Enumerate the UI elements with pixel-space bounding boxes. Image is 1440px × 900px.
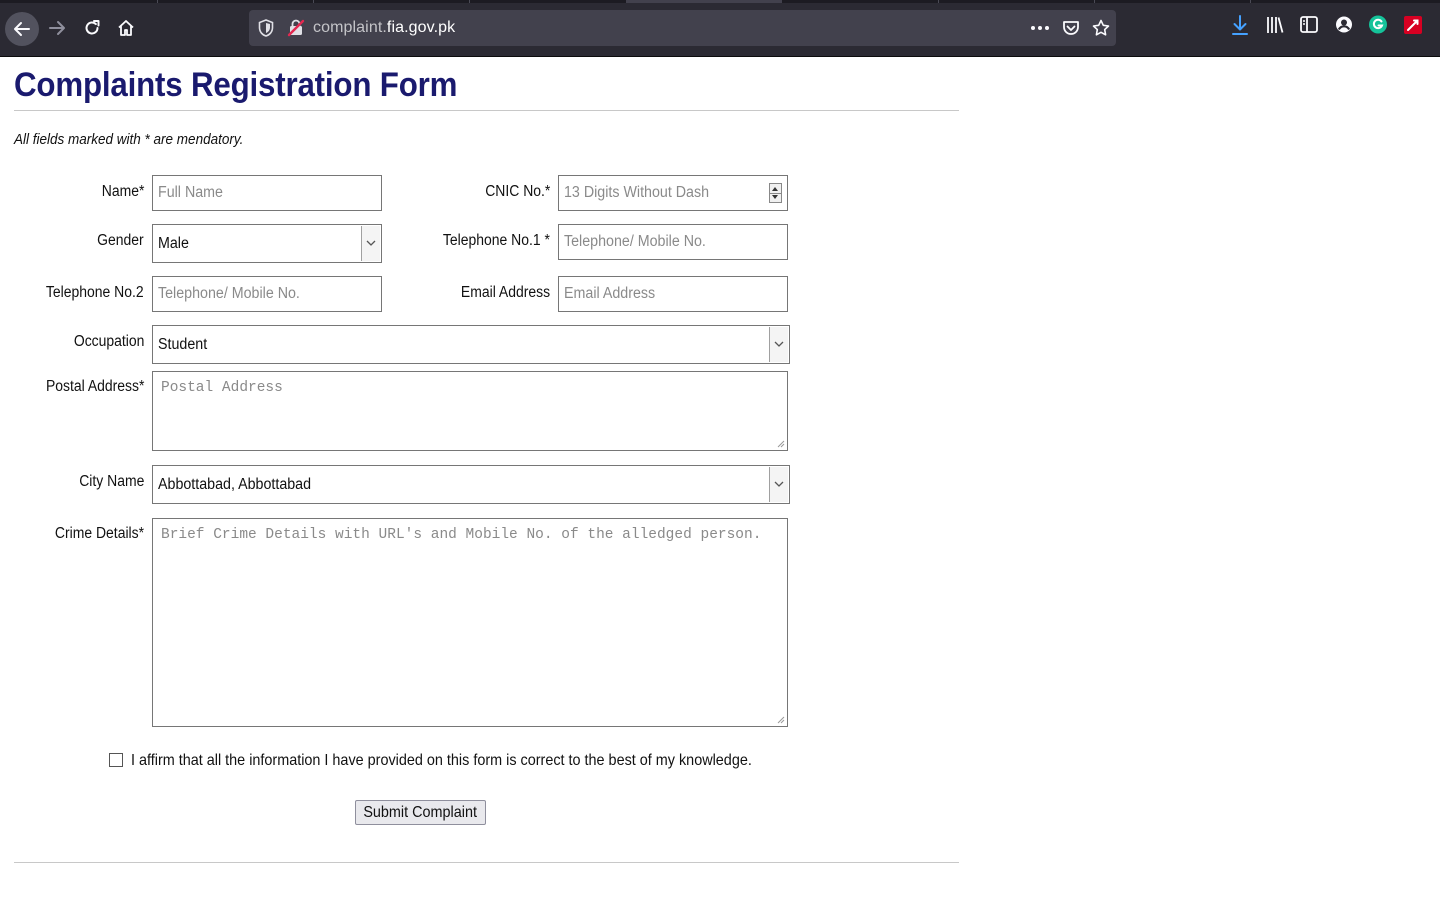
title-divider bbox=[14, 110, 959, 111]
postal-address-textarea[interactable]: Postal Address bbox=[152, 371, 788, 451]
resize-grip-icon[interactable] bbox=[776, 715, 785, 724]
sidebar-button[interactable] bbox=[1299, 14, 1319, 41]
cnic-spinner[interactable] bbox=[769, 183, 782, 203]
cnic-label: CNIC No.* bbox=[484, 183, 550, 200]
affirm-checkbox[interactable] bbox=[109, 753, 123, 767]
url-domain: fia.gov.pk bbox=[386, 19, 456, 36]
arrow-left-icon bbox=[14, 22, 30, 36]
arrow-right-icon bbox=[49, 21, 65, 35]
page-title: Complaints Registration Form bbox=[14, 66, 458, 104]
ellipsis-icon bbox=[1031, 26, 1049, 30]
telephone1-input[interactable]: Telephone/ Mobile No. bbox=[558, 224, 788, 260]
telephone1-label: Telephone No.1 * bbox=[442, 232, 550, 249]
download-icon bbox=[1232, 15, 1248, 35]
submit-complaint-button[interactable]: Submit Complaint bbox=[355, 800, 486, 825]
telephone1-placeholder: Telephone/ Mobile No. bbox=[564, 233, 706, 250]
star-icon bbox=[1092, 19, 1110, 36]
gender-select[interactable]: Male bbox=[152, 224, 382, 263]
cnic-placeholder: 13 Digits Without Dash bbox=[564, 184, 710, 201]
occupation-value: Student bbox=[158, 335, 208, 353]
gender-label: Gender bbox=[97, 232, 144, 249]
extension-icon bbox=[1404, 16, 1422, 34]
postal-address-placeholder: Postal Address bbox=[161, 380, 283, 396]
downloads-button[interactable] bbox=[1230, 14, 1250, 41]
resize-grip-icon[interactable] bbox=[776, 439, 785, 448]
account-icon bbox=[1336, 16, 1352, 33]
url-bar[interactable]: complaint.fia.gov.pk bbox=[249, 10, 1116, 46]
city-select[interactable]: Abbottabad, Abbottabad bbox=[152, 465, 790, 504]
account-button[interactable] bbox=[1334, 14, 1354, 41]
url-text[interactable]: complaint.fia.gov.pk bbox=[313, 19, 455, 37]
city-value: Abbottabad, Abbottabad bbox=[158, 475, 312, 493]
email-label: Email Address bbox=[460, 284, 550, 301]
chevron-down-icon[interactable] bbox=[769, 467, 788, 502]
crime-details-placeholder: Brief Crime Details with URL's and Mobil… bbox=[161, 527, 762, 543]
spinner-up-icon[interactable] bbox=[772, 187, 778, 191]
crime-details-textarea[interactable]: Brief Crime Details with URL's and Mobil… bbox=[152, 518, 788, 727]
name-label: Name* bbox=[101, 183, 144, 200]
browser-toolbar: complaint.fia.gov.pk bbox=[0, 0, 1440, 57]
library-button[interactable] bbox=[1265, 14, 1285, 41]
postal-address-label: Postal Address* bbox=[45, 378, 144, 395]
occupation-select[interactable]: Student bbox=[152, 325, 790, 364]
grammarly-button[interactable] bbox=[1368, 14, 1388, 41]
email-input[interactable]: Email Address bbox=[558, 276, 788, 312]
telephone2-input[interactable]: Telephone/ Mobile No. bbox=[152, 276, 382, 312]
occupation-label: Occupation bbox=[73, 333, 144, 350]
active-tab[interactable] bbox=[626, 0, 782, 3]
page-actions-button[interactable] bbox=[1029, 18, 1051, 43]
reload-button[interactable] bbox=[76, 12, 108, 44]
shield-icon[interactable] bbox=[257, 18, 275, 38]
extension-button[interactable] bbox=[1403, 14, 1423, 41]
home-button[interactable] bbox=[110, 12, 142, 44]
forward-button[interactable] bbox=[41, 12, 73, 44]
library-icon bbox=[1267, 17, 1284, 33]
telephone2-label: Telephone No.2 bbox=[46, 284, 144, 301]
submit-label: Submit Complaint bbox=[363, 803, 478, 821]
cnic-input[interactable]: 13 Digits Without Dash bbox=[558, 175, 788, 211]
url-subdomain: complaint. bbox=[313, 19, 387, 36]
gender-value: Male bbox=[158, 234, 189, 252]
pocket-button[interactable] bbox=[1061, 18, 1081, 43]
name-placeholder: Full Name bbox=[158, 184, 223, 201]
bottom-divider bbox=[14, 862, 959, 863]
crime-details-label: Crime Details* bbox=[54, 525, 144, 542]
email-placeholder: Email Address bbox=[564, 285, 656, 302]
grammarly-icon bbox=[1369, 15, 1387, 34]
spinner-down-icon[interactable] bbox=[772, 195, 778, 199]
chevron-down-icon[interactable] bbox=[769, 327, 788, 362]
city-label: City Name bbox=[78, 473, 144, 490]
name-input[interactable]: Full Name bbox=[152, 175, 382, 211]
insecure-lock-icon[interactable] bbox=[287, 18, 305, 38]
affirm-label[interactable]: I affirm that all the information I have… bbox=[131, 752, 752, 770]
sidebar-icon bbox=[1300, 16, 1318, 33]
chevron-down-icon[interactable] bbox=[361, 226, 380, 261]
telephone2-placeholder: Telephone/ Mobile No. bbox=[158, 285, 300, 302]
reload-icon bbox=[85, 20, 100, 35]
pocket-icon bbox=[1063, 21, 1079, 35]
home-icon bbox=[118, 20, 134, 36]
mandatory-note: All fields marked with * are mendatory. bbox=[14, 131, 244, 148]
bookmark-button[interactable] bbox=[1091, 18, 1111, 43]
back-button[interactable] bbox=[5, 12, 39, 46]
